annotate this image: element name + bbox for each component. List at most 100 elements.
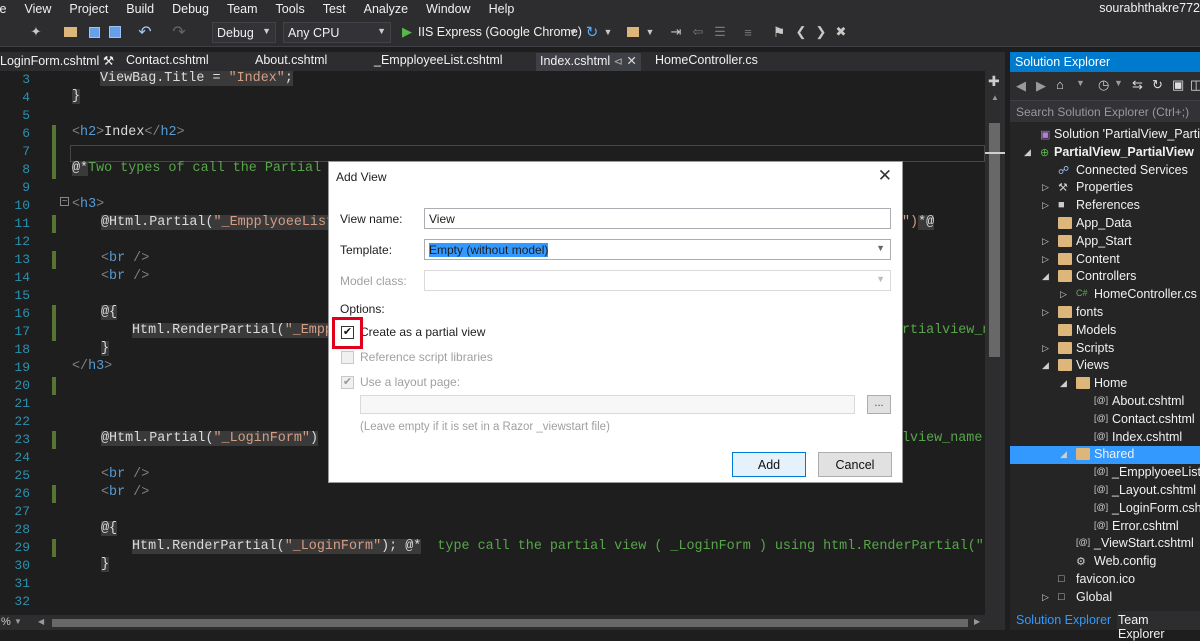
tree-item[interactable]: [@] _ViewStart.cshtml: [1010, 535, 1200, 553]
tree-item[interactable]: ◢ Home: [1010, 375, 1200, 393]
expander-icon[interactable]: ◢: [1042, 360, 1049, 371]
tree-item[interactable]: [@] Index.cshtml: [1010, 429, 1200, 447]
save-icon[interactable]: [86, 22, 102, 42]
tab-employeelist[interactable]: _EmpployeeList.cshtml: [374, 53, 503, 71]
redo-icon[interactable]: ↷: [170, 22, 188, 42]
tree-item[interactable]: ▷ C# HomeController.cs: [1010, 286, 1200, 304]
scroll-left-icon[interactable]: ◀: [38, 617, 44, 626]
tree-item[interactable]: ▷ □ Global: [1010, 589, 1200, 607]
bookmark-icon[interactable]: ⚑: [772, 22, 786, 42]
expander-icon[interactable]: ◢: [1024, 147, 1031, 158]
tree-item[interactable]: [@]_LoginForm.cshtml: [1010, 500, 1200, 518]
layout-page-input[interactable]: [360, 395, 855, 414]
sync-icon[interactable]: ⇆: [1132, 77, 1143, 93]
close-icon[interactable]: ✕: [626, 54, 636, 68]
tab-about[interactable]: About.cshtml: [255, 53, 327, 71]
tree-item[interactable]: ▷ Content: [1010, 251, 1200, 269]
pin-icon[interactable]: ⚒: [103, 54, 114, 68]
back-icon[interactable]: ◀: [1016, 78, 1026, 94]
tab-contact[interactable]: Contact.cshtml: [126, 53, 209, 71]
tree-item[interactable]: [@] _Layout.cshtml: [1010, 482, 1200, 500]
add-button[interactable]: Add: [732, 452, 806, 477]
tree-item[interactable]: [@] _EmpplyoeeList.: [1010, 464, 1200, 482]
tree-item[interactable]: ◢ ⊕ PartialView_PartialView: [1010, 144, 1200, 162]
pending-dropdown-icon[interactable]: ▼: [1114, 78, 1123, 88]
tree-item[interactable]: [@] Error.cshtml: [1010, 518, 1200, 536]
expander-icon[interactable]: ▷: [1042, 254, 1049, 265]
step-into-icon[interactable]: ⇥: [668, 22, 684, 42]
tree-item[interactable]: ▣Solution 'PartialView_PartialVie: [1010, 126, 1200, 144]
menu-test[interactable]: Test: [314, 2, 355, 16]
browse-layout-button[interactable]: ...: [867, 395, 891, 414]
tab-index[interactable]: Index.cshtml ⊲ ✕: [536, 53, 641, 71]
pin-icon[interactable]: ⊲: [614, 56, 623, 68]
expander-icon[interactable]: ▷: [1042, 236, 1049, 247]
expander-icon[interactable]: ▷: [1060, 289, 1067, 300]
menu-analyze[interactable]: Analyze: [355, 2, 417, 16]
model-class-select[interactable]: ▼: [424, 270, 891, 291]
start-debugging-icon[interactable]: ▶: [400, 22, 414, 42]
expander-icon[interactable]: ▷: [1042, 307, 1049, 318]
tab-loginform[interactable]: LoginForm.cshtml ⚒: [0, 53, 114, 71]
tree-item[interactable]: ▷ ■ References: [1010, 197, 1200, 215]
expander-icon[interactable]: ▷: [1042, 343, 1049, 354]
menu-window[interactable]: Window: [417, 2, 479, 16]
tree-item[interactable]: ▷ ⚒ Properties: [1010, 179, 1200, 197]
layout-page-label[interactable]: Use a layout page:: [360, 375, 460, 389]
tree-item[interactable]: [@] Contact.cshtml: [1010, 411, 1200, 429]
pending-changes-icon[interactable]: ◷: [1098, 77, 1109, 93]
tree-item[interactable]: ◢ Shared: [1010, 446, 1200, 465]
menu-tools[interactable]: Tools: [267, 2, 314, 16]
home-dropdown-icon[interactable]: ▼: [1076, 78, 1085, 88]
tree-item[interactable]: ▷ Scripts: [1010, 340, 1200, 358]
scroll-right-icon[interactable]: ▶: [974, 617, 980, 626]
expander-icon[interactable]: ◢: [1042, 271, 1049, 282]
refresh-dropdown-icon[interactable]: ▼: [603, 22, 613, 42]
expander-icon[interactable]: ◢: [1060, 449, 1067, 460]
tree-item[interactable]: ⚙ Web.config: [1010, 553, 1200, 571]
tree-item[interactable]: [@] About.cshtml: [1010, 393, 1200, 411]
template-select[interactable]: Empty (without model) ▼: [424, 239, 891, 260]
tree-item[interactable]: App_Data: [1010, 215, 1200, 233]
menu-team[interactable]: Team: [218, 2, 267, 16]
editor-horizontal-scrollbar[interactable]: % ▼ ◀ ▶: [0, 615, 1005, 630]
step-out-icon[interactable]: ☰: [712, 22, 728, 42]
partial-view-label[interactable]: Create as a partial view: [360, 325, 485, 339]
horizontal-scroll-thumb[interactable]: [52, 619, 968, 627]
refresh-icon[interactable]: ↻: [1152, 77, 1163, 93]
run-target-button[interactable]: IIS Express (Google Chrome): [418, 22, 582, 42]
step-over-icon[interactable]: ⇦: [690, 22, 706, 42]
layout-page-checkbox[interactable]: ✔: [341, 376, 354, 389]
undo-icon[interactable]: ↶: [136, 22, 154, 42]
forward-icon[interactable]: ▶: [1036, 78, 1046, 94]
view-name-input[interactable]: View: [424, 208, 891, 229]
tree-item[interactable]: ◢ Controllers: [1010, 268, 1200, 286]
tree-item[interactable]: ▷ fonts: [1010, 304, 1200, 322]
run-target-dropdown-icon[interactable]: ▼: [568, 22, 578, 42]
save-all-icon[interactable]: [106, 22, 124, 42]
refresh-icon[interactable]: ↻: [584, 22, 600, 42]
tree-item[interactable]: ◢ Views: [1010, 357, 1200, 375]
configuration-select[interactable]: Debug ▼: [212, 22, 276, 43]
expander-icon[interactable]: ▷: [1042, 200, 1049, 211]
tab-solution-explorer[interactable]: Solution Explorer: [1010, 611, 1118, 630]
new-project-icon[interactable]: ✦: [28, 22, 44, 42]
user-account[interactable]: sourabhthakre772: [1099, 1, 1200, 15]
menu-build[interactable]: Build: [117, 2, 163, 16]
solution-explorer-title[interactable]: Solution Explorer: [1010, 52, 1200, 72]
menu-view[interactable]: View: [16, 2, 61, 16]
editor-vertical-scrollbar[interactable]: ✚ ▲: [985, 71, 1005, 615]
menu-debug[interactable]: Debug: [163, 2, 218, 16]
prev-bookmark-icon[interactable]: ❮: [794, 22, 808, 42]
menu-project[interactable]: Project: [60, 2, 117, 16]
close-icon[interactable]: ✕: [878, 166, 892, 186]
tree-item[interactable]: Models: [1010, 322, 1200, 340]
collapse-icon[interactable]: −: [60, 197, 69, 207]
tree-item[interactable]: ☍ Connected Services: [1010, 162, 1200, 180]
home-icon[interactable]: ⌂: [1056, 77, 1064, 92]
menu-help[interactable]: Help: [480, 2, 524, 16]
tab-team-explorer[interactable]: Team Explorer: [1114, 613, 1200, 641]
tree-item[interactable]: □ favicon.ico: [1010, 571, 1200, 589]
split-icon[interactable]: ✚: [988, 73, 1000, 90]
tab-homecontroller[interactable]: HomeController.cs: [655, 53, 758, 71]
